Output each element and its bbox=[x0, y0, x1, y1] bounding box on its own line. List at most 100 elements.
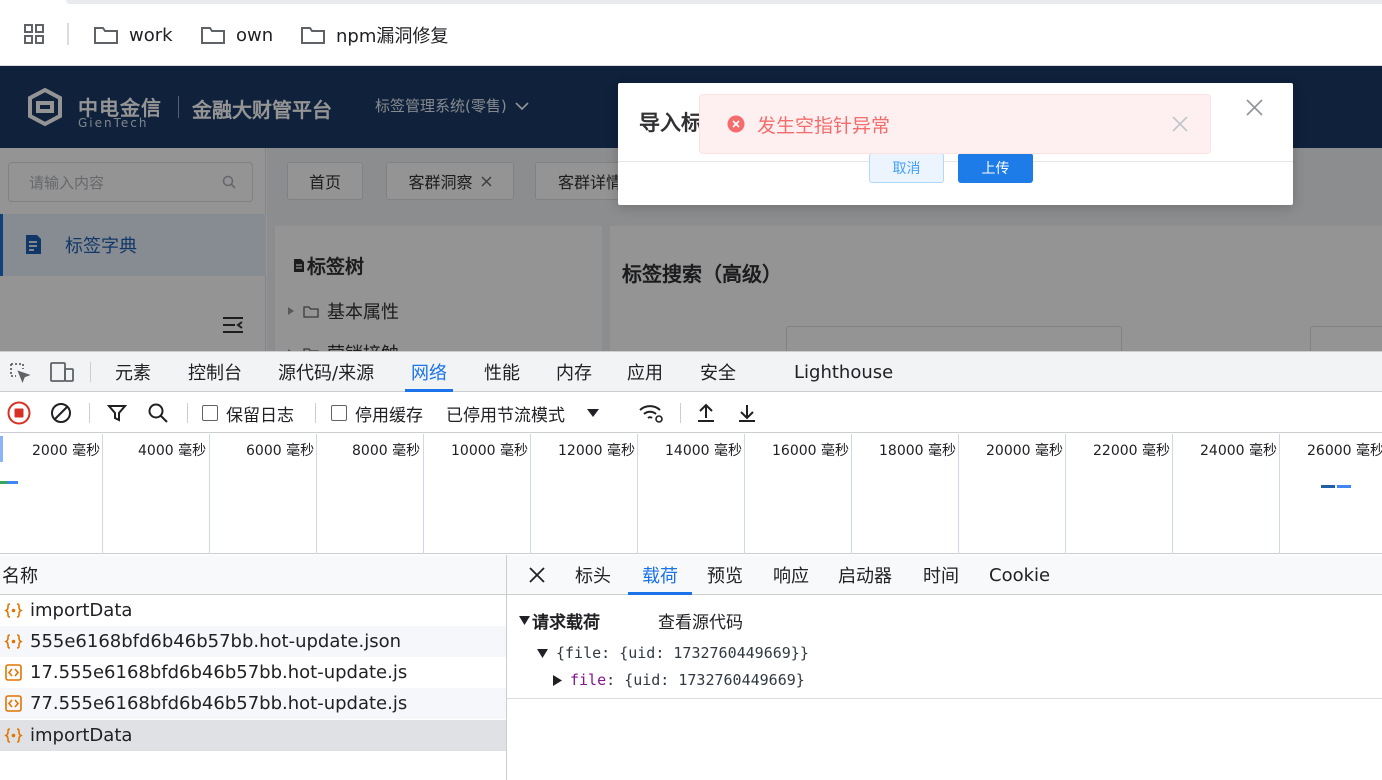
disable-cache-checkbox[interactable]: 停用缓存 bbox=[331, 393, 423, 433]
devtools-tab-security[interactable]: 安全 bbox=[700, 352, 736, 392]
timeline-gridline bbox=[1279, 434, 1280, 554]
timeline-request-bar bbox=[1337, 485, 1351, 488]
dialog-title: 导入标 bbox=[639, 111, 702, 135]
bookmarks-divider bbox=[67, 23, 69, 45]
preserve-log-checkbox[interactable]: 保留日志 bbox=[202, 393, 294, 433]
fetch-icon bbox=[4, 601, 23, 620]
payload-root-node[interactable]: {file: {uid: 1732760449669}} bbox=[537, 644, 809, 662]
timeline-label: 12000 毫秒 bbox=[558, 443, 635, 459]
detail-tab-response[interactable]: 响应 bbox=[773, 555, 809, 595]
script-icon bbox=[4, 663, 23, 682]
devtools-tab-console[interactable]: 控制台 bbox=[188, 352, 242, 392]
apps-grid-icon[interactable] bbox=[23, 23, 45, 45]
detail-tab-timing[interactable]: 时间 bbox=[923, 555, 959, 595]
timeline-gridline bbox=[102, 434, 103, 554]
timeline-label: 14000 毫秒 bbox=[665, 443, 742, 459]
web-page: 中电金信 GienTech 金融大财管平台 标签管理系统(零售) 请输入内容 标… bbox=[0, 66, 1382, 351]
request-name: 77.555e6168bfd6b46b57bb.hot-update.js bbox=[30, 693, 408, 714]
network-timeline[interactable]: 2000 毫秒 4000 毫秒 6000 毫秒 8000 毫秒 10000 毫秒… bbox=[0, 434, 1382, 554]
request-row[interactable]: 77.555e6168bfd6b46b57bb.hot-update.js bbox=[0, 688, 506, 719]
devtools-tab-application[interactable]: 应用 bbox=[627, 352, 663, 392]
toolbar-divider bbox=[315, 403, 316, 423]
detail-tab-preview[interactable]: 预览 bbox=[707, 555, 743, 595]
request-row[interactable]: importData bbox=[0, 595, 506, 626]
devtools-tab-memory[interactable]: 内存 bbox=[556, 352, 592, 392]
timeline-gridline bbox=[958, 434, 959, 554]
devtools-tab-sources[interactable]: 源代码/来源 bbox=[278, 352, 374, 392]
request-row[interactable]: 555e6168bfd6b46b57bb.hot-update.json bbox=[0, 626, 506, 657]
bookmarks-bar: work own npm漏洞修复 bbox=[0, 0, 1382, 66]
import-har-icon[interactable] bbox=[695, 402, 717, 424]
timeline-gridline bbox=[851, 434, 852, 554]
network-conditions-icon[interactable] bbox=[638, 402, 664, 424]
disable-cache-label: 停用缓存 bbox=[355, 405, 423, 426]
devtools-tab-lighthouse[interactable]: Lighthouse bbox=[794, 352, 893, 392]
clear-icon[interactable] bbox=[50, 402, 72, 424]
export-har-icon[interactable] bbox=[736, 402, 758, 424]
folder-icon bbox=[300, 25, 326, 45]
folder-icon bbox=[200, 25, 226, 45]
cancel-button[interactable]: 取消 bbox=[869, 153, 944, 183]
timeline-gridline bbox=[209, 434, 210, 554]
throttling-label: 已停用节流模式 bbox=[446, 405, 565, 426]
timeline-label: 18000 毫秒 bbox=[879, 443, 956, 459]
request-name: 555e6168bfd6b46b57bb.hot-update.json bbox=[30, 631, 402, 652]
caret-down-icon bbox=[587, 409, 599, 417]
devtools-tab-network[interactable]: 网络 bbox=[405, 352, 453, 392]
timeline-request-bar bbox=[1321, 485, 1335, 488]
bookmark-label: npm漏洞修复 bbox=[336, 26, 449, 47]
payload-file-node[interactable]: file: {uid: 1732760449669} bbox=[553, 671, 805, 689]
bookmark-own[interactable]: own bbox=[200, 22, 273, 48]
timeline-label: 2000 毫秒 bbox=[32, 443, 101, 459]
payload-colon: : bbox=[606, 671, 625, 689]
timeline-gridline bbox=[316, 434, 317, 554]
filter-icon[interactable] bbox=[107, 403, 127, 423]
timeline-label: 10000 毫秒 bbox=[451, 443, 528, 459]
upload-button[interactable]: 上传 bbox=[958, 153, 1033, 183]
close-icon[interactable] bbox=[1172, 116, 1188, 132]
requests-column-name[interactable]: 名称 bbox=[0, 555, 506, 595]
checkbox-box bbox=[331, 405, 347, 421]
devtools-tab-performance[interactable]: 性能 bbox=[484, 352, 520, 392]
bookmark-label: work bbox=[129, 24, 173, 46]
search-icon[interactable] bbox=[147, 402, 169, 424]
close-icon[interactable] bbox=[529, 567, 545, 583]
detail-tab-payload[interactable]: 载荷 bbox=[628, 555, 692, 595]
error-circle-icon bbox=[727, 115, 745, 133]
stop-recording-icon[interactable] bbox=[7, 401, 31, 425]
request-row[interactable]: 17.555e6168bfd6b46b57bb.hot-update.js bbox=[0, 657, 506, 688]
timeline-gridline bbox=[1172, 434, 1173, 554]
timeline-gridline bbox=[530, 434, 531, 554]
inspect-element-icon[interactable] bbox=[8, 361, 30, 383]
toolbar-divider bbox=[89, 403, 90, 423]
detail-tab-cookie[interactable]: Cookie bbox=[989, 555, 1050, 595]
request-row-selected[interactable]: importData bbox=[0, 720, 506, 751]
timeline-label: 24000 毫秒 bbox=[1200, 443, 1277, 459]
toolbar-divider bbox=[187, 403, 188, 423]
caret-right-icon bbox=[553, 674, 562, 686]
payload-section-header[interactable]: 请求载荷 bbox=[519, 608, 600, 633]
device-toolbar-icon[interactable] bbox=[49, 361, 75, 383]
detail-tab-headers[interactable]: 标头 bbox=[575, 555, 611, 595]
close-icon[interactable] bbox=[1246, 99, 1263, 116]
timeline-label: 8000 毫秒 bbox=[352, 443, 421, 459]
devtools-tab-elements[interactable]: 元素 bbox=[115, 352, 151, 392]
timeline-request-bar bbox=[0, 481, 18, 484]
payload-section-title: 请求载荷 bbox=[532, 613, 600, 633]
bookmark-npm[interactable]: npm漏洞修复 bbox=[300, 22, 448, 48]
timeline-label: 22000 毫秒 bbox=[1093, 443, 1170, 459]
view-source-link[interactable]: 查看源代码 bbox=[658, 608, 743, 633]
checkbox-box bbox=[202, 405, 218, 421]
caret-down-icon bbox=[519, 616, 530, 625]
script-icon bbox=[4, 694, 23, 713]
request-name: importData bbox=[30, 600, 133, 621]
detail-tab-initiator[interactable]: 启动器 bbox=[838, 555, 892, 595]
devtools-panel: 元素 控制台 源代码/来源 网络 性能 内存 应用 安全 Lighthouse … bbox=[0, 351, 1382, 780]
throttling-select[interactable]: 已停用节流模式 bbox=[446, 393, 599, 433]
timeline-label: 20000 毫秒 bbox=[986, 443, 1063, 459]
request-detail-tabbar: 标头 载荷 预览 响应 启动器 时间 Cookie bbox=[507, 555, 1382, 595]
tabbar-divider bbox=[90, 362, 91, 382]
folder-icon bbox=[93, 25, 119, 45]
bookmark-work[interactable]: work bbox=[93, 22, 173, 48]
timeline-label: 6000 毫秒 bbox=[246, 443, 315, 459]
